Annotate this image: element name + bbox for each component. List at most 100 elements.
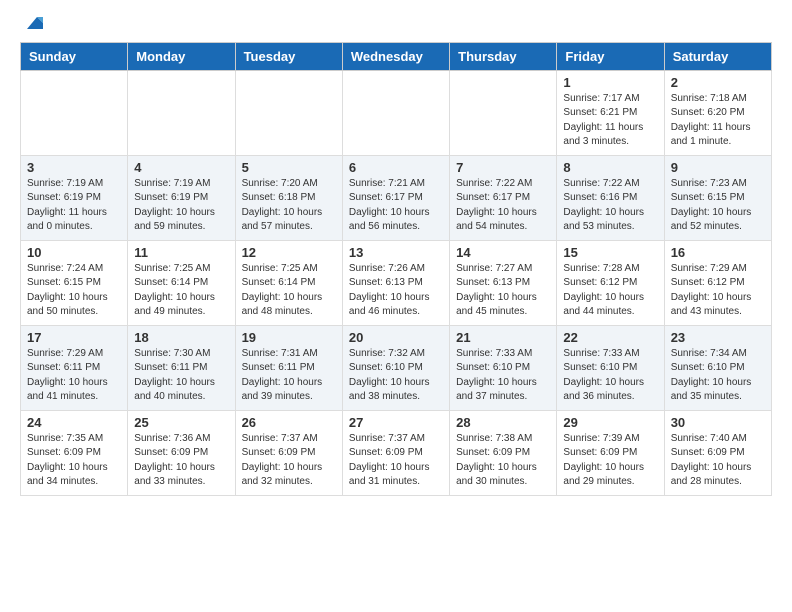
day-info: Sunrise: 7:29 AM Sunset: 6:12 PM Dayligh… xyxy=(671,262,765,320)
day-info: Sunrise: 7:36 AM Sunset: 6:09 PM Dayligh… xyxy=(134,432,228,490)
day-info: Sunrise: 7:37 AM Sunset: 6:09 PM Dayligh… xyxy=(242,432,336,490)
day-number: 18 xyxy=(134,330,228,345)
calendar-week-row: 3 Sunrise: 7:19 AM Sunset: 6:19 PM Daylig… xyxy=(21,155,772,240)
day-number: 27 xyxy=(349,415,443,430)
calendar-week-row: 10 Sunrise: 7:24 AM Sunset: 6:15 PM Dayli… xyxy=(21,240,772,325)
calendar-day-cell: 13 Sunrise: 7:26 AM Sunset: 6:13 PM Dayli… xyxy=(342,240,449,325)
calendar-day-cell: 25 Sunrise: 7:36 AM Sunset: 6:09 PM Dayli… xyxy=(128,410,235,495)
calendar-day-cell: 17 Sunrise: 7:29 AM Sunset: 6:11 PM Dayli… xyxy=(21,325,128,410)
day-number: 17 xyxy=(27,330,121,345)
calendar-wrapper: SundayMondayTuesdayWednesdayThursdayFrid… xyxy=(0,42,792,506)
day-number: 21 xyxy=(456,330,550,345)
logo-icon xyxy=(23,11,45,33)
day-info: Sunrise: 7:31 AM Sunset: 6:11 PM Dayligh… xyxy=(242,347,336,405)
day-number: 23 xyxy=(671,330,765,345)
day-info: Sunrise: 7:20 AM Sunset: 6:18 PM Dayligh… xyxy=(242,177,336,235)
day-number: 10 xyxy=(27,245,121,260)
page-header xyxy=(0,0,792,42)
day-info: Sunrise: 7:38 AM Sunset: 6:09 PM Dayligh… xyxy=(456,432,550,490)
calendar-day-cell: 8 Sunrise: 7:22 AM Sunset: 6:16 PM Daylig… xyxy=(557,155,664,240)
day-number: 28 xyxy=(456,415,550,430)
day-number: 2 xyxy=(671,75,765,90)
day-number: 6 xyxy=(349,160,443,175)
calendar-header-row: SundayMondayTuesdayWednesdayThursdayFrid… xyxy=(21,42,772,70)
calendar-day-cell: 20Sunrise: 7:32 AM Sunset: 6:10 PM Dayli… xyxy=(342,325,449,410)
day-info: Sunrise: 7:21 AM Sunset: 6:17 PM Dayligh… xyxy=(349,177,443,235)
day-number: 30 xyxy=(671,415,765,430)
day-number: 29 xyxy=(563,415,657,430)
day-number: 22 xyxy=(563,330,657,345)
day-info: Sunrise: 7:29 AM Sunset: 6:11 PM Dayligh… xyxy=(27,347,121,405)
day-number: 7 xyxy=(456,160,550,175)
calendar-day-header: Monday xyxy=(128,42,235,70)
calendar-week-row: 24Sunrise: 7:35 AM Sunset: 6:09 PM Dayli… xyxy=(21,410,772,495)
calendar-day-cell: 12 Sunrise: 7:25 AM Sunset: 6:14 PM Dayli… xyxy=(235,240,342,325)
calendar-day-cell: 19 Sunrise: 7:31 AM Sunset: 6:11 PM Dayli… xyxy=(235,325,342,410)
day-number: 14 xyxy=(456,245,550,260)
calendar-day-header: Thursday xyxy=(450,42,557,70)
day-info: Sunrise: 7:19 AM Sunset: 6:19 PM Dayligh… xyxy=(27,177,121,235)
calendar-day-cell: 10 Sunrise: 7:24 AM Sunset: 6:15 PM Dayli… xyxy=(21,240,128,325)
calendar-day-cell: 7 Sunrise: 7:22 AM Sunset: 6:17 PM Daylig… xyxy=(450,155,557,240)
calendar-day-cell: 27Sunrise: 7:37 AM Sunset: 6:09 PM Dayli… xyxy=(342,410,449,495)
day-info: Sunrise: 7:35 AM Sunset: 6:09 PM Dayligh… xyxy=(27,432,121,490)
day-number: 13 xyxy=(349,245,443,260)
day-number: 11 xyxy=(134,245,228,260)
day-number: 1 xyxy=(563,75,657,90)
day-info: Sunrise: 7:17 AM Sunset: 6:21 PM Dayligh… xyxy=(563,92,657,150)
calendar-week-row: 1 Sunrise: 7:17 AM Sunset: 6:21 PM Daylig… xyxy=(21,70,772,155)
day-info: Sunrise: 7:39 AM Sunset: 6:09 PM Dayligh… xyxy=(563,432,657,490)
day-info: Sunrise: 7:23 AM Sunset: 6:15 PM Dayligh… xyxy=(671,177,765,235)
calendar-day-header: Saturday xyxy=(664,42,771,70)
day-number: 19 xyxy=(242,330,336,345)
calendar-day-cell: 29 Sunrise: 7:39 AM Sunset: 6:09 PM Dayli… xyxy=(557,410,664,495)
day-info: Sunrise: 7:22 AM Sunset: 6:17 PM Dayligh… xyxy=(456,177,550,235)
calendar-day-cell: 1 Sunrise: 7:17 AM Sunset: 6:21 PM Daylig… xyxy=(557,70,664,155)
calendar-day-cell xyxy=(342,70,449,155)
day-info: Sunrise: 7:19 AM Sunset: 6:19 PM Dayligh… xyxy=(134,177,228,235)
day-info: Sunrise: 7:33 AM Sunset: 6:10 PM Dayligh… xyxy=(456,347,550,405)
day-info: Sunrise: 7:40 AM Sunset: 6:09 PM Dayligh… xyxy=(671,432,765,490)
day-number: 3 xyxy=(27,160,121,175)
calendar-day-cell xyxy=(128,70,235,155)
calendar-day-cell: 28 Sunrise: 7:38 AM Sunset: 6:09 PM Dayli… xyxy=(450,410,557,495)
day-info: Sunrise: 7:22 AM Sunset: 6:16 PM Dayligh… xyxy=(563,177,657,235)
calendar-table: SundayMondayTuesdayWednesdayThursdayFrid… xyxy=(20,42,772,496)
day-number: 20 xyxy=(349,330,443,345)
calendar-day-header: Sunday xyxy=(21,42,128,70)
day-number: 8 xyxy=(563,160,657,175)
calendar-day-cell: 30 Sunrise: 7:40 AM Sunset: 6:09 PM Dayli… xyxy=(664,410,771,495)
calendar-day-cell: 4 Sunrise: 7:19 AM Sunset: 6:19 PM Daylig… xyxy=(128,155,235,240)
calendar-day-cell: 24Sunrise: 7:35 AM Sunset: 6:09 PM Dayli… xyxy=(21,410,128,495)
calendar-day-header: Tuesday xyxy=(235,42,342,70)
calendar-day-cell: 2Sunrise: 7:18 AM Sunset: 6:20 PM Daylig… xyxy=(664,70,771,155)
calendar-day-cell: 21 Sunrise: 7:33 AM Sunset: 6:10 PM Dayli… xyxy=(450,325,557,410)
calendar-day-cell: 23Sunrise: 7:34 AM Sunset: 6:10 PM Dayli… xyxy=(664,325,771,410)
day-info: Sunrise: 7:27 AM Sunset: 6:13 PM Dayligh… xyxy=(456,262,550,320)
day-info: Sunrise: 7:25 AM Sunset: 6:14 PM Dayligh… xyxy=(134,262,228,320)
calendar-week-row: 17 Sunrise: 7:29 AM Sunset: 6:11 PM Dayli… xyxy=(21,325,772,410)
calendar-day-cell: 26 Sunrise: 7:37 AM Sunset: 6:09 PM Dayli… xyxy=(235,410,342,495)
day-info: Sunrise: 7:24 AM Sunset: 6:15 PM Dayligh… xyxy=(27,262,121,320)
calendar-day-cell: 18 Sunrise: 7:30 AM Sunset: 6:11 PM Dayli… xyxy=(128,325,235,410)
calendar-day-cell: 5 Sunrise: 7:20 AM Sunset: 6:18 PM Daylig… xyxy=(235,155,342,240)
day-info: Sunrise: 7:28 AM Sunset: 6:12 PM Dayligh… xyxy=(563,262,657,320)
day-number: 25 xyxy=(134,415,228,430)
day-number: 16 xyxy=(671,245,765,260)
day-info: Sunrise: 7:30 AM Sunset: 6:11 PM Dayligh… xyxy=(134,347,228,405)
day-info: Sunrise: 7:25 AM Sunset: 6:14 PM Dayligh… xyxy=(242,262,336,320)
day-number: 12 xyxy=(242,245,336,260)
calendar-day-cell xyxy=(450,70,557,155)
calendar-day-cell: 14 Sunrise: 7:27 AM Sunset: 6:13 PM Dayli… xyxy=(450,240,557,325)
calendar-day-cell: 3 Sunrise: 7:19 AM Sunset: 6:19 PM Daylig… xyxy=(21,155,128,240)
calendar-day-cell: 16 Sunrise: 7:29 AM Sunset: 6:12 PM Dayli… xyxy=(664,240,771,325)
calendar-day-header: Wednesday xyxy=(342,42,449,70)
day-info: Sunrise: 7:26 AM Sunset: 6:13 PM Dayligh… xyxy=(349,262,443,320)
calendar-day-header: Friday xyxy=(557,42,664,70)
day-number: 26 xyxy=(242,415,336,430)
day-number: 4 xyxy=(134,160,228,175)
calendar-day-cell: 22Sunrise: 7:33 AM Sunset: 6:10 PM Dayli… xyxy=(557,325,664,410)
calendar-day-cell xyxy=(21,70,128,155)
logo xyxy=(20,15,45,37)
day-number: 5 xyxy=(242,160,336,175)
